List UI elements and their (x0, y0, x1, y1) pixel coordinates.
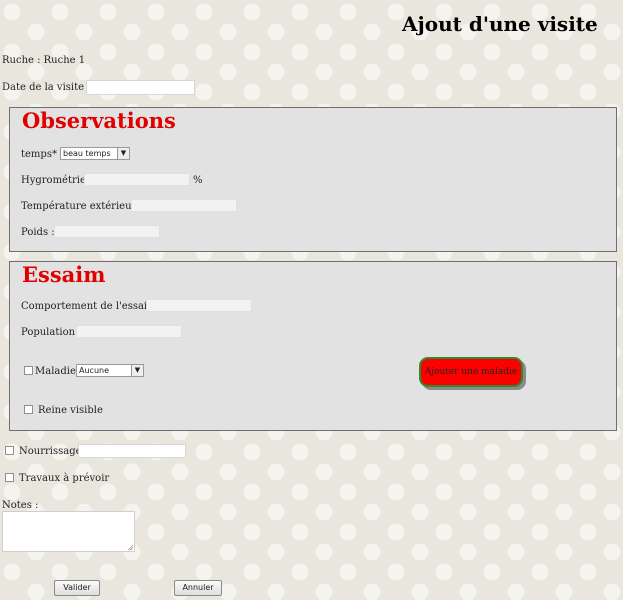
add-disease-button[interactable]: Ajouter une maladie (419, 357, 523, 387)
chevron-down-icon: ▼ (131, 365, 143, 376)
page-title: Ajout d'une visite (402, 12, 598, 36)
weight-label: Poids : (21, 227, 55, 238)
ruche-label: Ruche : Ruche 1 (2, 55, 86, 66)
humidity-input[interactable] (84, 173, 190, 186)
weather-label: temps* : (21, 149, 64, 160)
swarm-legend: Essaim (22, 262, 106, 287)
resize-grip-icon[interactable] (128, 545, 133, 550)
population-label: Population : (21, 327, 82, 338)
works-checkbox[interactable] (5, 473, 14, 482)
notes-label: Notes : (2, 500, 39, 511)
queen-visible-label: Reine visible (38, 405, 103, 416)
disease-checkbox[interactable] (24, 366, 33, 375)
weather-select-value: beau temps (63, 149, 111, 158)
weight-input[interactable] (54, 225, 160, 238)
temperature-label: Température extérieure : (21, 201, 149, 212)
chevron-down-icon: ▼ (117, 148, 129, 159)
temperature-input[interactable] (131, 199, 237, 212)
works-label: Travaux à prévoir (19, 473, 110, 484)
feeding-checkbox[interactable] (5, 446, 14, 455)
disease-select[interactable]: Aucune ▼ (76, 364, 144, 377)
visit-date-input[interactable] (86, 80, 195, 95)
visit-date-label: Date de la visite *: (2, 82, 96, 93)
cancel-button[interactable]: Annuler (174, 580, 222, 596)
humidity-unit: % (193, 175, 203, 186)
behavior-input[interactable] (146, 299, 252, 312)
behavior-label: Comportement de l'essaim : (21, 301, 164, 312)
disease-select-value: Aucune (79, 366, 110, 375)
weather-select[interactable]: beau temps ▼ (60, 147, 130, 160)
observations-legend: Observations (22, 108, 176, 133)
population-input[interactable] (76, 325, 182, 338)
submit-button[interactable]: Valider (54, 580, 100, 596)
humidity-label: Hygrométrie : (21, 175, 93, 186)
disease-label: Maladie (35, 366, 76, 377)
feeding-input[interactable] (78, 444, 186, 458)
notes-textarea[interactable] (2, 511, 135, 552)
feeding-label: Nourrissage: (19, 446, 85, 457)
queen-visible-checkbox[interactable] (24, 405, 33, 414)
